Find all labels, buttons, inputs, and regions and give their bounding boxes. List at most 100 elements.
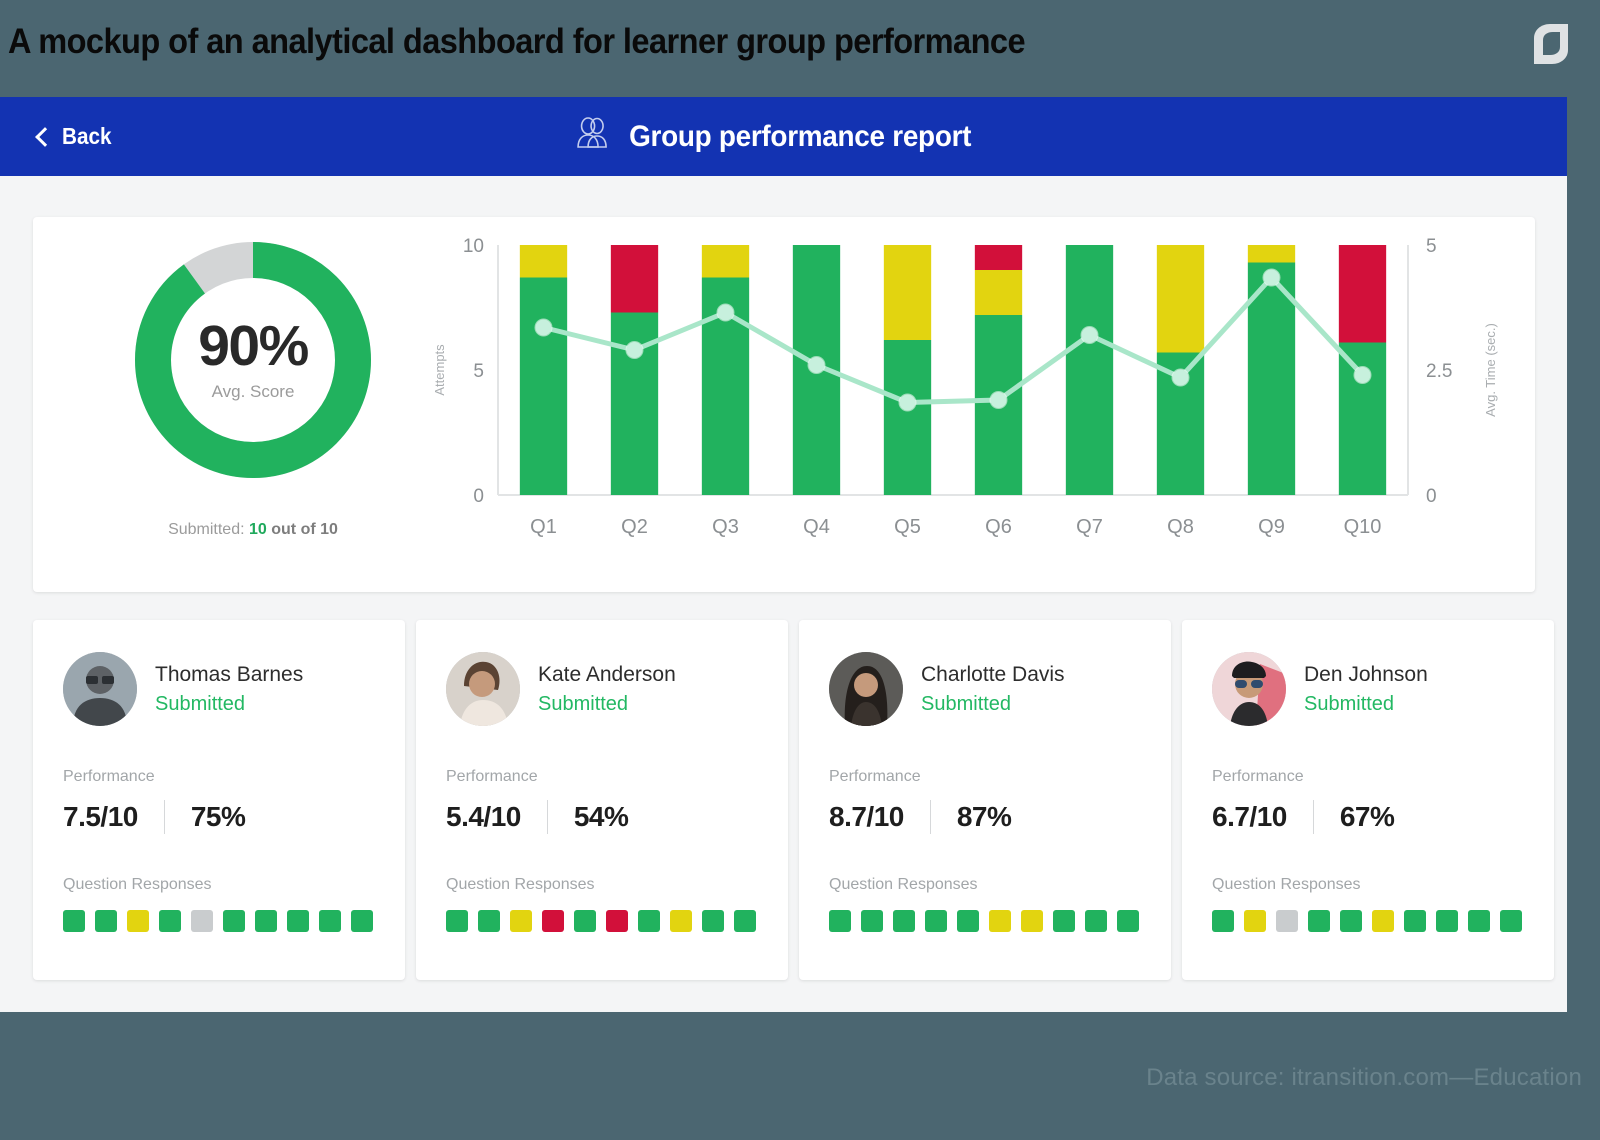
question-responses	[829, 910, 1141, 932]
performance-label: Performance	[63, 768, 155, 785]
learner-card[interactable]: Thomas Barnes Submitted Performance 7.5/…	[33, 620, 405, 980]
learner-header: Den Johnson Submitted	[1212, 652, 1524, 726]
value-divider	[163, 800, 165, 834]
learner-card[interactable]: Den Johnson Submitted Performance 6.7/10…	[1182, 620, 1554, 980]
response-chip-q10[interactable]	[1500, 910, 1522, 932]
performance-label: Performance	[1212, 768, 1304, 785]
question-responses	[63, 910, 375, 932]
response-chip-q4[interactable]	[159, 910, 181, 932]
svg-text:Q8: Q8	[1167, 516, 1194, 538]
performance-label: Performance	[446, 768, 538, 785]
performance-score: 6.7/10	[1212, 801, 1287, 832]
group-users-icon	[571, 113, 613, 160]
response-chip-q1[interactable]	[1212, 910, 1234, 932]
question-responses	[446, 910, 758, 932]
response-chip-q6[interactable]	[606, 910, 628, 932]
response-chip-q5[interactable]	[957, 910, 979, 932]
performance-percent: 67%	[1339, 801, 1395, 832]
learner-identity: Charlotte Davis Submitted	[921, 663, 1065, 714]
svg-text:Q3: Q3	[712, 516, 739, 538]
app-window: Back Group performance report 90% Avg. S…	[0, 97, 1567, 1012]
response-chip-q2[interactable]	[95, 910, 117, 932]
submitted-suffix: out of 10	[271, 521, 338, 538]
response-chip-q1[interactable]	[63, 910, 85, 932]
response-chip-q1[interactable]	[446, 910, 468, 932]
response-chip-q5[interactable]	[574, 910, 596, 932]
performance-percent: 87%	[956, 801, 1012, 832]
performance-percent: 54%	[573, 801, 629, 832]
response-chip-q3[interactable]	[893, 910, 915, 932]
performance-score: 7.5/10	[63, 801, 138, 832]
back-button[interactable]: Back	[35, 123, 117, 150]
learner-identity: Thomas Barnes Submitted	[155, 663, 303, 714]
svg-text:0: 0	[1426, 486, 1437, 507]
response-chip-q6[interactable]	[989, 910, 1011, 932]
response-chip-q10[interactable]	[734, 910, 756, 932]
learner-card[interactable]: Kate Anderson Submitted Performance 5.4/…	[416, 620, 788, 980]
response-chip-q6[interactable]	[223, 910, 245, 932]
avatar-charlotte-davis	[829, 652, 903, 726]
svg-text:10: 10	[463, 236, 484, 257]
status-badge: Submitted	[538, 692, 629, 715]
performance-values: 8.7/10 87%	[829, 800, 1141, 834]
response-chip-q8[interactable]	[287, 910, 309, 932]
response-chip-q7[interactable]	[255, 910, 277, 932]
response-chip-q2[interactable]	[861, 910, 883, 932]
avatar-thomas-barnes	[63, 652, 137, 726]
submitted-status: Submitted: 10 out of 10	[109, 521, 397, 539]
performance-values: 5.4/10 54%	[446, 800, 758, 834]
response-chip-q9[interactable]	[319, 910, 341, 932]
svg-text:5: 5	[473, 361, 484, 382]
svg-text:0: 0	[473, 486, 484, 507]
response-chip-q5[interactable]	[191, 910, 213, 932]
response-chip-q3[interactable]	[510, 910, 532, 932]
response-chip-q9[interactable]	[702, 910, 724, 932]
response-chip-q8[interactable]	[670, 910, 692, 932]
performance-score: 8.7/10	[829, 801, 904, 832]
svg-text:Avg. Time (sec.): Avg. Time (sec.)	[1483, 323, 1498, 417]
status-badge: Submitted	[155, 692, 246, 715]
value-divider	[546, 800, 548, 834]
response-chip-q3[interactable]	[1276, 910, 1298, 932]
response-chip-q4[interactable]	[1308, 910, 1330, 932]
data-source-note: Data source: itransition.com—Education	[1146, 1064, 1582, 1091]
response-chip-q8[interactable]	[1436, 910, 1458, 932]
response-chip-q8[interactable]	[1053, 910, 1075, 932]
performance-label: Performance	[829, 768, 921, 785]
response-chip-q9[interactable]	[1468, 910, 1490, 932]
itransition-leaf-logo	[1524, 18, 1578, 72]
response-chip-q2[interactable]	[1244, 910, 1266, 932]
submitted-prefix: Submitted:	[168, 521, 245, 538]
response-chip-q7[interactable]	[638, 910, 660, 932]
svg-text:Q7: Q7	[1076, 516, 1103, 538]
donut-chart: 90% Avg. Score	[128, 235, 378, 485]
svg-text:Q10: Q10	[1344, 516, 1382, 538]
response-chip-q9[interactable]	[1085, 910, 1107, 932]
status-badge: Submitted	[921, 692, 1012, 715]
response-chip-q7[interactable]	[1021, 910, 1043, 932]
response-chip-q4[interactable]	[542, 910, 564, 932]
attempts-chart: 0 5 10 0 2.5 5 Attempts Avg. Time (sec.) Q1 Q2 Q3 Q…	[428, 227, 1513, 557]
learner-name: Thomas Barnes	[155, 663, 304, 687]
response-chip-q10[interactable]	[351, 910, 373, 932]
response-chip-q2[interactable]	[478, 910, 500, 932]
learner-name: Kate Anderson	[538, 663, 676, 687]
learner-card[interactable]: Charlotte Davis Submitted Performance 8.…	[799, 620, 1171, 980]
response-chip-q4[interactable]	[925, 910, 947, 932]
svg-text:Q9: Q9	[1258, 516, 1285, 538]
response-chip-q3[interactable]	[127, 910, 149, 932]
header-center: Group performance report	[571, 113, 997, 160]
avg-score-donut: 90% Avg. Score Submitted: 10 out of 10	[109, 235, 397, 575]
learner-name: Den Johnson	[1304, 663, 1428, 687]
response-chip-q6[interactable]	[1372, 910, 1394, 932]
response-chip-q7[interactable]	[1404, 910, 1426, 932]
svg-text:Q2: Q2	[621, 516, 648, 538]
donut-center-text: 90% Avg. Score	[128, 235, 378, 485]
response-chip-q5[interactable]	[1340, 910, 1362, 932]
question-responses	[1212, 910, 1524, 932]
performance-values: 6.7/10 67%	[1212, 800, 1524, 834]
response-chip-q10[interactable]	[1117, 910, 1139, 932]
response-chip-q1[interactable]	[829, 910, 851, 932]
avatar-den-johnson	[1212, 652, 1286, 726]
page-heading: Group performance report	[628, 119, 971, 153]
